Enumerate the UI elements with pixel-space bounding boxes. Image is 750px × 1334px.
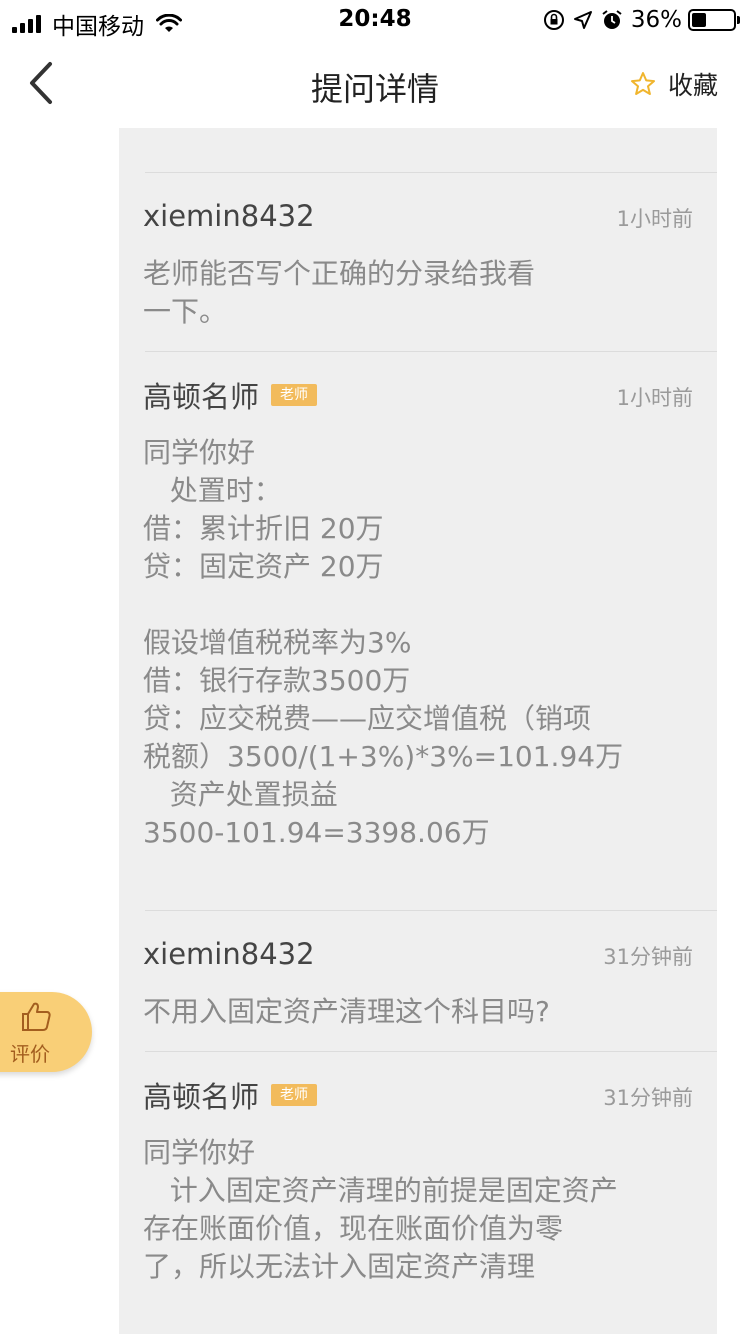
battery-icon bbox=[688, 9, 740, 31]
battery-percent: 36% bbox=[630, 7, 682, 33]
message-text: 不用入固定资产清理这个科目吗? bbox=[143, 995, 550, 1028]
rate-button[interactable]: 评价 bbox=[0, 992, 92, 1072]
star-icon bbox=[630, 72, 655, 95]
orientation-lock-icon bbox=[543, 10, 564, 30]
message-text: 同学你好 计入固定资产清理的前提是固定资产 存在账面价值，现在账面价值为零 了，… bbox=[143, 1136, 618, 1283]
message-item: 高顿名师 老师 31分钟前 同学你好 计入固定资产清理的前提是固定资产 存在账面… bbox=[119, 1052, 717, 1306]
author-name: 高顿名师 bbox=[143, 380, 260, 414]
reply-thread: xiemin8432 1小时前 老师能否写个正确的分录给我看 一下。 高顿名师 … bbox=[119, 128, 717, 1334]
message-time: 31分钟前 bbox=[603, 1086, 693, 1110]
message-header: 高顿名师 老师 bbox=[143, 376, 693, 414]
status-bar: 中国移动 20:48 36% bbox=[0, 0, 750, 40]
favorite-label: 收藏 bbox=[667, 71, 718, 100]
thumbs-up-icon bbox=[22, 1002, 51, 1031]
teacher-badge: 老师 bbox=[271, 1084, 318, 1106]
nav-bar: 提问详情 收藏 bbox=[0, 40, 750, 128]
battery-fill bbox=[692, 13, 706, 27]
rate-label: 评价 bbox=[10, 1042, 50, 1066]
alarm-icon bbox=[602, 10, 622, 29]
thread-top-spacer bbox=[119, 128, 717, 172]
teacher-badge: 老师 bbox=[271, 384, 318, 406]
message-item: xiemin8432 31分钟前 不用入固定资产清理这个科目吗? bbox=[119, 911, 717, 1051]
message-header: xiemin8432 bbox=[143, 197, 693, 235]
message-time: 1小时前 bbox=[616, 207, 693, 231]
author-name: xiemin8432 bbox=[143, 937, 315, 971]
message-item: 高顿名师 老师 1小时前 同学你好 处置时： 借：累计折旧 20万 贷：固定资产… bbox=[119, 352, 717, 910]
message-text: 老师能否写个正确的分录给我看 一下。 bbox=[143, 257, 536, 328]
author-name: xiemin8432 bbox=[143, 199, 315, 233]
author-name: 高顿名师 bbox=[143, 1080, 260, 1114]
message-time: 1小时前 bbox=[616, 386, 693, 410]
question-detail-page: 中国移动 20:48 36% 提问详情 收藏 xiemin8432 1小时前 老… bbox=[0, 0, 750, 1334]
message-item: xiemin8432 1小时前 老师能否写个正确的分录给我看 一下。 bbox=[119, 173, 717, 351]
location-icon bbox=[573, 11, 592, 29]
message-text: 同学你好 处置时： 借：累计折旧 20万 贷：固定资产 20万 假设增值税税率为… bbox=[143, 436, 624, 849]
message-time: 31分钟前 bbox=[603, 945, 693, 969]
favorite-button[interactable]: 收藏 bbox=[630, 66, 718, 102]
status-right: 36% bbox=[543, 7, 740, 33]
